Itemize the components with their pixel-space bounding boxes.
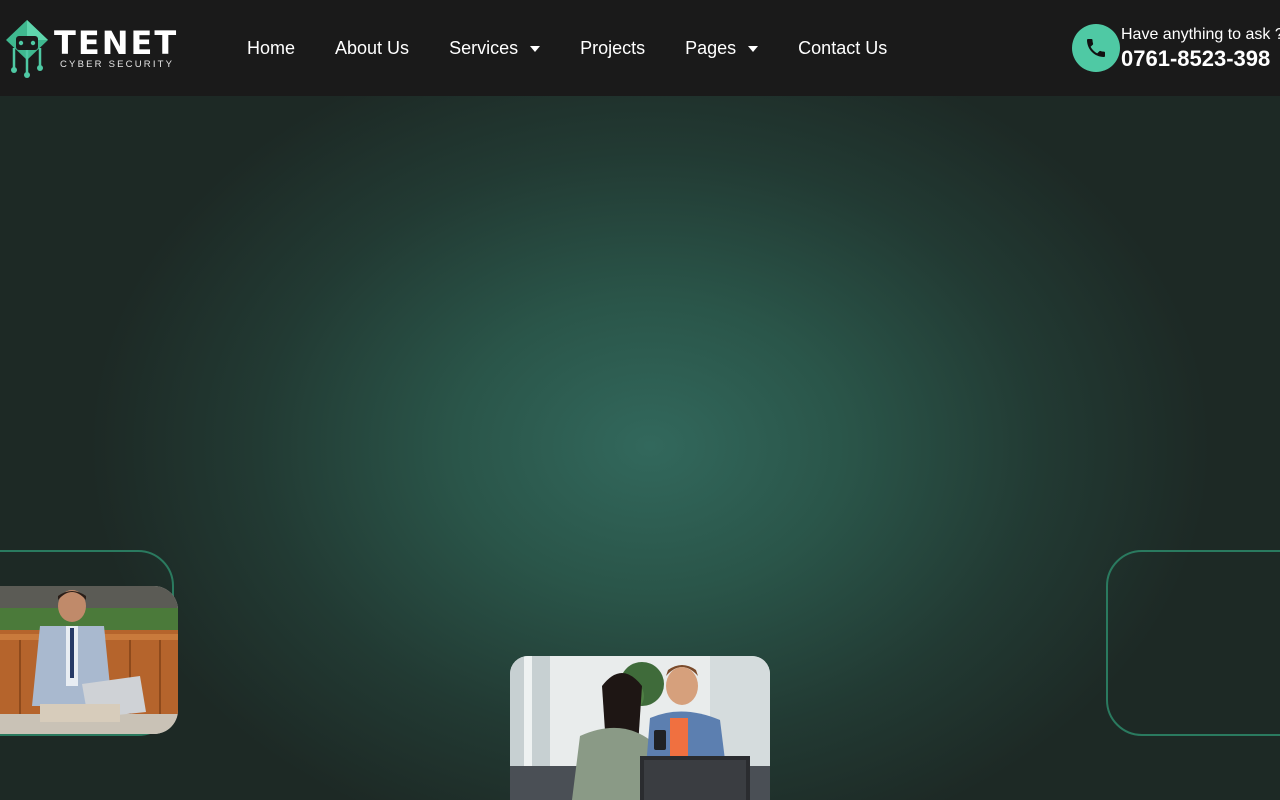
nav-item-pages[interactable]: Pages	[685, 37, 759, 59]
phone-icon[interactable]	[1072, 24, 1120, 72]
logo-mark-icon	[6, 20, 48, 78]
nav-item-contact-us[interactable]: Contact Us	[798, 38, 887, 59]
nav-item-label: Services	[449, 37, 519, 58]
chevron-down-icon	[748, 46, 759, 52]
contact-text: Have anything to ask ? 0761-8523-398	[1121, 24, 1280, 72]
logo-text: TENET CYBER SECURITY	[54, 26, 178, 70]
contact-label: Have anything to ask ?	[1121, 26, 1280, 43]
hero-section	[0, 96, 1280, 800]
nav-item-services[interactable]: Services	[449, 37, 541, 59]
nav-item-label: Projects	[580, 37, 646, 58]
contact-phone-number[interactable]: 0761-8523-398	[1121, 46, 1280, 72]
nav-item-about-us[interactable]: About Us	[335, 38, 409, 59]
brand-name: TENET	[54, 24, 179, 62]
main-nav: Home About Us Services Projects Pages Co…	[247, 36, 927, 60]
nav-item-label: Contact Us	[798, 37, 888, 58]
site-header: TENET CYBER SECURITY Home About Us Servi…	[0, 0, 1280, 96]
nav-item-label: Pages	[685, 37, 737, 58]
nav-item-label: About Us	[335, 37, 410, 58]
header-contact[interactable]: Have anything to ask ? 0761-8523-398	[1072, 20, 1280, 76]
photo-couple-phone-laptop	[510, 656, 770, 800]
brand-tagline: CYBER SECURITY	[60, 59, 175, 70]
brand-logo[interactable]: TENET CYBER SECURITY	[2, 18, 187, 78]
nav-item-projects[interactable]: Projects	[580, 38, 645, 59]
nav-item-label: Home	[247, 37, 296, 58]
decorative-frame-right	[1106, 550, 1280, 736]
chevron-down-icon	[530, 46, 541, 52]
nav-item-home[interactable]: Home	[247, 38, 295, 59]
photo-man-laptop-sofa	[0, 586, 178, 734]
